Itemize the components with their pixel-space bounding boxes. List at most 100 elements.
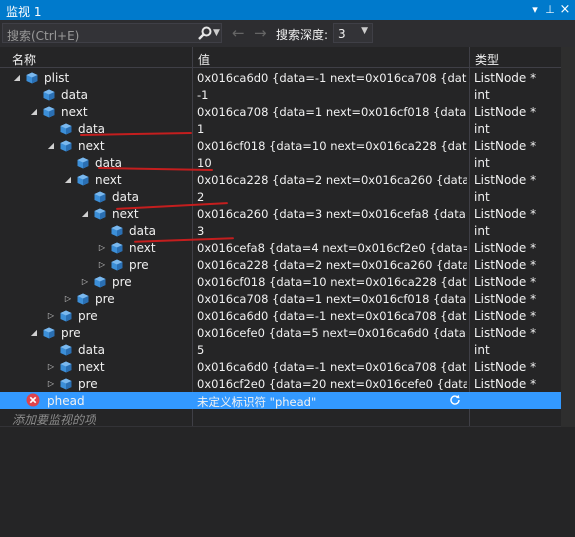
- search-icon[interactable]: [197, 25, 213, 41]
- variable-name[interactable]: next: [129, 241, 156, 255]
- watch-row[interactable]: data -1 int: [0, 86, 561, 103]
- expand-arrow-icon[interactable]: ▷: [97, 240, 107, 256]
- variable-name[interactable]: data: [61, 88, 88, 102]
- search-depth-label: 搜索深度:: [276, 28, 329, 42]
- field-icon: [60, 378, 72, 390]
- variable-name[interactable]: data: [78, 343, 105, 357]
- collapse-arrow-icon[interactable]: ◢: [29, 325, 39, 341]
- watch-row[interactable]: ◢ next 0x016cf018 {data=10 next=0x016ca228…: [0, 137, 561, 154]
- pin-button[interactable]: ⊥: [543, 2, 557, 18]
- collapse-arrow-icon[interactable]: ◢: [46, 138, 56, 154]
- expand-arrow-icon[interactable]: ▷: [97, 257, 107, 273]
- variable-value[interactable]: 5: [197, 343, 467, 357]
- variable-value[interactable]: 10: [197, 156, 467, 170]
- watch-row[interactable]: ▷ pre 0x016ca6d0 {data=-1 next=0x016ca708 …: [0, 307, 561, 324]
- field-icon: [60, 361, 72, 373]
- back-arrow-icon[interactable]: ←: [232, 24, 245, 42]
- field-icon: [43, 89, 55, 101]
- variable-name[interactable]: next: [95, 173, 122, 187]
- variable-name[interactable]: pre: [95, 292, 115, 306]
- expand-arrow-icon[interactable]: ▷: [80, 274, 90, 290]
- variable-type: ListNode *: [474, 105, 537, 119]
- variable-value[interactable]: 3: [197, 224, 467, 238]
- watch-row-selected[interactable]: phead 未定义标识符 "phead": [0, 392, 561, 409]
- variable-value[interactable]: 未定义标识符 "phead": [197, 394, 467, 410]
- field-icon: [111, 225, 123, 237]
- variable-name[interactable]: next: [78, 360, 105, 374]
- variable-name[interactable]: pre: [129, 258, 149, 272]
- expand-arrow-icon[interactable]: ▷: [46, 359, 56, 375]
- error-icon: [26, 393, 40, 407]
- search-placeholder: 搜索(Ctrl+E): [7, 29, 80, 43]
- variable-value[interactable]: 0x016cf018 {data=10 next=0x016ca228 {dat…: [197, 275, 467, 289]
- variable-value[interactable]: 0x016ca708 {data=1 next=0x016cf018 {data…: [197, 292, 467, 306]
- vertical-scrollbar[interactable]: [561, 47, 575, 427]
- variable-value[interactable]: 0x016ca6d0 {data=-1 next=0x016ca708 {dat…: [197, 71, 467, 85]
- add-watch-row[interactable]: 添加要监视的项: [0, 409, 561, 427]
- collapse-arrow-icon[interactable]: ◢: [63, 172, 73, 188]
- variable-name[interactable]: pre: [61, 326, 81, 340]
- variable-value[interactable]: 0x016cefe0 {data=5 next=0x016ca6d0 {data…: [197, 326, 467, 340]
- variable-value[interactable]: 0x016ca6d0 {data=-1 next=0x016ca708 {dat…: [197, 309, 467, 323]
- variable-value[interactable]: 0x016cefa8 {data=4 next=0x016cf2e0 {data…: [197, 241, 467, 255]
- column-name-header[interactable]: 名称: [12, 51, 36, 68]
- watch-row[interactable]: ▷ pre 0x016cf018 {data=10 next=0x016ca228 …: [0, 273, 561, 290]
- column-type-header[interactable]: 类型: [475, 51, 499, 68]
- forward-arrow-icon[interactable]: →: [254, 24, 267, 42]
- search-input[interactable]: 搜索(Ctrl+E) ▼: [2, 23, 222, 43]
- variable-name[interactable]: pre: [78, 377, 98, 391]
- variable-name[interactable]: phead: [47, 394, 85, 408]
- variable-value[interactable]: 0x016ca6d0 {data=-1 next=0x016ca708 {dat…: [197, 360, 467, 374]
- variable-name[interactable]: data: [129, 224, 156, 238]
- watch-toolbar: 搜索(Ctrl+E) ▼ ← → 搜索深度: 3 ▼: [0, 20, 575, 47]
- variable-type: int: [474, 190, 490, 204]
- variable-value[interactable]: 0x016ca228 {data=2 next=0x016ca260 {data…: [197, 173, 467, 187]
- variable-type: ListNode *: [474, 207, 537, 221]
- watch-row[interactable]: ▷ pre 0x016ca708 {data=1 next=0x016cf018 {…: [0, 290, 561, 307]
- watch-row[interactable]: data 10 int: [0, 154, 561, 171]
- variable-value[interactable]: 0x016ca260 {data=3 next=0x016cefa8 {data…: [197, 207, 467, 221]
- window-menu-button[interactable]: ▾: [528, 2, 542, 18]
- field-icon: [77, 174, 89, 186]
- variable-value[interactable]: 0x016cf2e0 {data=20 next=0x016cefe0 {dat…: [197, 377, 467, 391]
- refresh-icon[interactable]: [449, 394, 461, 406]
- variable-value[interactable]: 1: [197, 122, 467, 136]
- watch-row[interactable]: ◢ plist 0x016ca6d0 {data=-1 next=0x016ca70…: [0, 69, 561, 86]
- watch-row[interactable]: ▷ pre 0x016ca228 {data=2 next=0x016ca260 {…: [0, 256, 561, 273]
- watch-row[interactable]: ◢ pre 0x016cefe0 {data=5 next=0x016ca6d0 {…: [0, 324, 561, 341]
- close-button[interactable]: ×: [558, 2, 572, 18]
- variable-type: int: [474, 122, 490, 136]
- variable-value[interactable]: 0x016ca708 {data=1 next=0x016cf018 {data…: [197, 105, 467, 119]
- field-icon: [77, 157, 89, 169]
- collapse-arrow-icon[interactable]: ◢: [29, 104, 39, 120]
- expand-arrow-icon[interactable]: ▷: [46, 308, 56, 324]
- variable-name[interactable]: pre: [78, 309, 98, 323]
- expand-arrow-icon[interactable]: ▷: [63, 291, 73, 307]
- collapse-arrow-icon[interactable]: ◢: [12, 70, 22, 86]
- watch-row[interactable]: ◢ next 0x016ca708 {data=1 next=0x016cf018 …: [0, 103, 561, 120]
- expand-arrow-icon[interactable]: ▷: [46, 376, 56, 392]
- variable-name[interactable]: pre: [112, 275, 132, 289]
- watch-row[interactable]: ▷ next 0x016cefa8 {data=4 next=0x016cf2e0 …: [0, 239, 561, 256]
- watch-row[interactable]: data 2 int: [0, 188, 561, 205]
- watch-row[interactable]: data 3 int: [0, 222, 561, 239]
- variable-value[interactable]: -1: [197, 88, 467, 102]
- column-value-header[interactable]: 值: [198, 51, 210, 68]
- watch-row[interactable]: ◢ next 0x016ca260 {data=3 next=0x016cefa8 …: [0, 205, 561, 222]
- watch-row[interactable]: ▷ next 0x016ca6d0 {data=-1 next=0x016ca708…: [0, 358, 561, 375]
- variable-name[interactable]: next: [61, 105, 88, 119]
- variable-name[interactable]: data: [112, 190, 139, 204]
- variable-name[interactable]: plist: [44, 71, 69, 85]
- collapse-arrow-icon[interactable]: ◢: [80, 206, 90, 222]
- watch-row[interactable]: ▷ pre 0x016cf2e0 {data=20 next=0x016cefe0 …: [0, 375, 561, 392]
- variable-value[interactable]: 0x016ca228 {data=2 next=0x016ca260 {data…: [197, 258, 467, 272]
- search-depth-select[interactable]: 3 ▼: [333, 23, 373, 43]
- variable-value[interactable]: 2: [197, 190, 467, 204]
- watch-row[interactable]: ◢ next 0x016ca228 {data=2 next=0x016ca260 …: [0, 171, 561, 188]
- watch-row[interactable]: data 5 int: [0, 341, 561, 358]
- search-options-dropdown-icon[interactable]: ▼: [213, 24, 220, 42]
- variable-value[interactable]: 0x016cf018 {data=10 next=0x016ca228 {dat…: [197, 139, 467, 153]
- variable-type: ListNode *: [474, 292, 537, 306]
- variable-name[interactable]: next: [78, 139, 105, 153]
- variable-type: int: [474, 224, 490, 238]
